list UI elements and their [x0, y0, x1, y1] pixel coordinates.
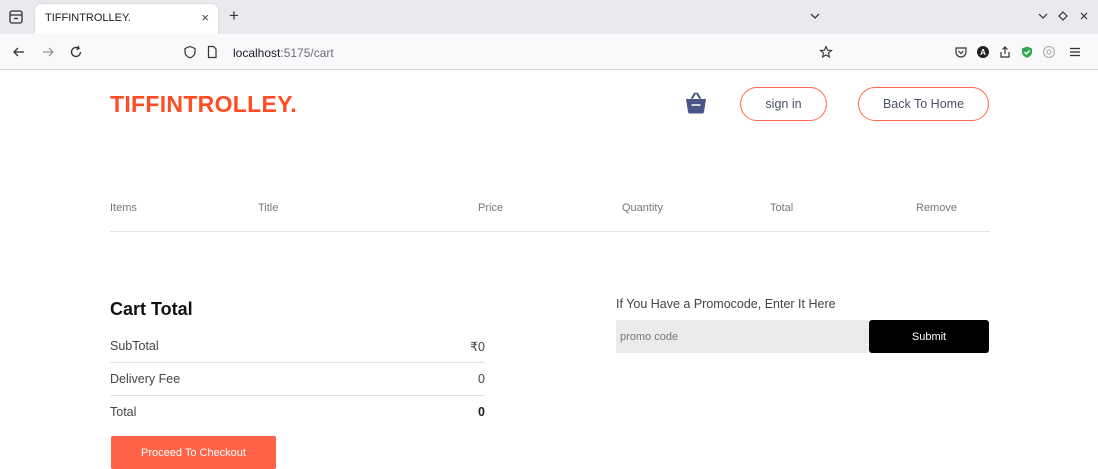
url-host: localhost — [233, 46, 281, 60]
account-icon[interactable]: A — [976, 45, 990, 59]
extension-shield-icon[interactable] — [1020, 45, 1034, 59]
column-header-quantity: Quantity — [622, 202, 663, 214]
column-header-title: Title — [258, 202, 279, 214]
browser-nav-bar: localhost:5175/cart A — [0, 34, 1098, 70]
tab-title: TIFFINTROLLEY. — [45, 12, 131, 24]
browser-tab-bar: TIFFINTROLLEY. × + — [0, 0, 1098, 34]
promo-code-input[interactable] — [616, 320, 869, 353]
restore-icon[interactable] — [1057, 10, 1069, 22]
url-text[interactable]: localhost:5175/cart — [233, 46, 334, 60]
tab-list-icon[interactable] — [8, 9, 24, 25]
svg-text:A: A — [980, 48, 986, 57]
pocket-icon[interactable] — [954, 45, 968, 59]
tab-close-icon[interactable]: × — [201, 11, 209, 25]
browser-tab[interactable]: TIFFINTROLLEY. × — [35, 4, 218, 34]
shield-icon[interactable] — [183, 45, 197, 59]
delivery-fee-label: Delivery Fee — [110, 372, 181, 386]
column-header-remove: Remove — [916, 202, 957, 214]
reload-icon[interactable] — [69, 45, 83, 59]
total-label: Total — [110, 405, 137, 419]
forward-icon[interactable] — [41, 45, 55, 59]
total-value: 0 — [478, 405, 485, 419]
proceed-to-checkout-button[interactable]: Proceed To Checkout — [111, 436, 276, 469]
promo-submit-button[interactable]: Submit — [869, 320, 989, 353]
subtotal-value: ₹0 — [470, 340, 485, 354]
subtotal-label: SubTotal — [110, 339, 159, 353]
bookmark-star-icon[interactable] — [819, 45, 833, 59]
sign-in-button[interactable]: sign in — [740, 87, 827, 121]
subtotal-row: SubTotal ₹0 — [110, 330, 485, 363]
page-icon[interactable] — [205, 45, 219, 59]
back-to-home-button[interactable]: Back To Home — [858, 87, 989, 121]
promo-label: If You Have a Promocode, Enter It Here — [616, 297, 836, 311]
extension-icon[interactable] — [1042, 45, 1056, 59]
cart-table-header: Items Title Price Quantity Total Remove — [110, 202, 990, 232]
site-logo[interactable]: TIFFINTROLLEY. — [110, 91, 297, 118]
minimize-icon[interactable] — [1036, 9, 1050, 23]
new-tab-icon[interactable]: + — [229, 7, 239, 25]
url-path: :5175/cart — [280, 46, 334, 60]
column-header-items: Items — [110, 202, 137, 214]
delivery-fee-row: Delivery Fee 0 — [110, 363, 485, 396]
column-header-total: Total — [770, 202, 794, 214]
menu-icon[interactable] — [1068, 45, 1082, 59]
total-row: Total 0 — [110, 396, 485, 429]
close-icon[interactable] — [1078, 10, 1090, 22]
cart-total-title: Cart Total — [110, 299, 193, 319]
basket-icon[interactable] — [684, 91, 708, 115]
promo-form: Submit — [616, 320, 989, 353]
delivery-fee-value: 0 — [478, 372, 485, 386]
column-header-price: Price — [478, 202, 504, 214]
chevron-down-icon[interactable] — [808, 9, 822, 23]
share-icon[interactable] — [998, 45, 1012, 59]
back-icon[interactable] — [12, 45, 26, 59]
